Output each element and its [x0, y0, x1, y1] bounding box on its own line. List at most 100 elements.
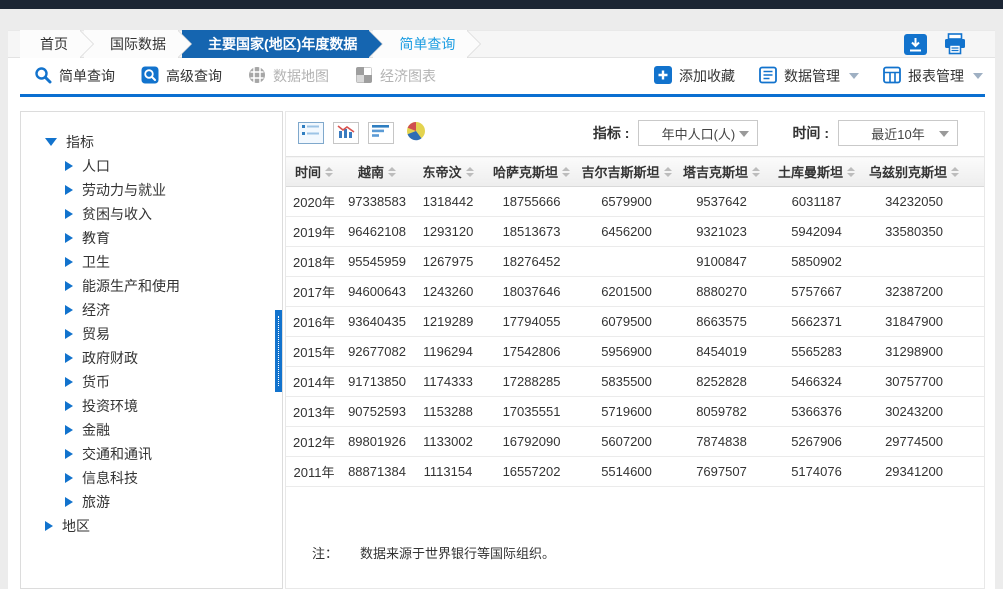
table-cell: 31298900 [864, 337, 964, 367]
expand-icon [45, 521, 53, 531]
table-cell: 5174076 [769, 457, 864, 487]
table-row: 2015年92677082119629417542806595690084540… [286, 337, 984, 367]
table-cell: 94600643 [342, 277, 412, 307]
table-cell: 32387200 [864, 277, 964, 307]
breadcrumb-home[interactable]: 首页 [20, 30, 80, 58]
column-header[interactable]: 乌兹别克斯坦 [864, 157, 964, 187]
column-header[interactable]: 时间 [286, 157, 342, 187]
table-view-button[interactable] [298, 122, 324, 144]
sidebar-item-7[interactable]: 贸易 [65, 322, 282, 346]
sidebar-item-11[interactable]: 金融 [65, 418, 282, 442]
sidebar-item-3[interactable]: 教育 [65, 226, 282, 250]
sidebar-scrollbar-thumb[interactable] [275, 310, 282, 392]
report-manage-menu[interactable]: 报表管理 [883, 66, 983, 87]
print-icon[interactable] [943, 33, 967, 55]
sidebar-item-14[interactable]: 旅游 [65, 490, 282, 514]
breadcrumb-simple-query[interactable]: 简单查询 [373, 30, 467, 58]
expand-icon [65, 257, 73, 267]
table-row: 2013年90752593115328817035551571960080597… [286, 397, 984, 427]
table-cell: 8059782 [674, 397, 769, 427]
sort-icon[interactable] [752, 167, 760, 177]
breadcrumb-international-data[interactable]: 国际数据 [84, 30, 178, 58]
combo-chart-view-button[interactable] [333, 122, 359, 144]
sidebar-children: 人口劳动力与就业贫困与收入教育卫生能源生产和使用经济贸易政府财政货币投资环境金融… [65, 154, 282, 514]
table-cell: 1113154 [412, 457, 484, 487]
economic-chart-button: 经济图表 [355, 66, 436, 87]
table-cell: 2011年 [286, 457, 342, 487]
sort-icon[interactable] [325, 167, 333, 177]
table-cell: 16557202 [484, 457, 579, 487]
indicator-tree: 指标 人口劳动力与就业贫困与收入教育卫生能源生产和使用经济贸易政府财政货币投资环… [21, 112, 282, 538]
time-select[interactable]: 最近10年 [838, 120, 958, 146]
download-icon[interactable] [904, 34, 927, 55]
sidebar-item-0[interactable]: 人口 [65, 154, 282, 178]
column-header[interactable]: 塔吉克斯坦 [674, 157, 769, 187]
simple-query-button[interactable]: 简单查询 [34, 66, 115, 87]
advanced-query-button[interactable]: 高级查询 [141, 66, 222, 87]
expand-icon [65, 425, 73, 435]
toolbar-divider [20, 94, 985, 97]
sidebar-item-4[interactable]: 卫生 [65, 250, 282, 274]
sidebar-root-region[interactable]: 地区 [45, 514, 282, 538]
expand-icon [65, 473, 73, 483]
sidebar-item-8[interactable]: 政府财政 [65, 346, 282, 370]
table-cell: 5942094 [769, 217, 864, 247]
table-cell: 1293120 [412, 217, 484, 247]
sidebar-item-10[interactable]: 投资环境 [65, 394, 282, 418]
table-cell-spacer [964, 307, 984, 337]
column-header[interactable]: 越南 [342, 157, 412, 187]
pie-chart-view-button[interactable] [403, 122, 429, 144]
sort-icon[interactable] [388, 167, 396, 177]
column-header-label: 时间 [295, 162, 321, 181]
sidebar-item-label: 劳动力与就业 [82, 180, 166, 200]
sidebar-item-label: 投资环境 [82, 396, 138, 416]
sidebar-item-12[interactable]: 交通和通讯 [65, 442, 282, 466]
breadcrumb-annual-data-current[interactable]: 主要国家(地区)年度数据 [182, 30, 369, 58]
table-cell: 90752593 [342, 397, 412, 427]
column-header[interactable]: 东帝汶 [412, 157, 484, 187]
sidebar-item-13[interactable]: 信息科技 [65, 466, 282, 490]
sidebar-item-9[interactable]: 货币 [65, 370, 282, 394]
sidebar-root-indicator[interactable]: 指标 [45, 130, 282, 154]
expand-icon [65, 353, 73, 363]
sidebar-item-5[interactable]: 能源生产和使用 [65, 274, 282, 298]
table-cell-spacer [964, 247, 984, 277]
sidebar-item-label: 能源生产和使用 [82, 276, 180, 296]
column-header[interactable]: 土库曼斯坦 [769, 157, 864, 187]
add-favorite-button[interactable]: 添加收藏 [654, 66, 735, 87]
sidebar-item-label: 贫困与收入 [82, 204, 152, 224]
indicator-label: 指标 : [593, 123, 630, 143]
column-header[interactable]: 吉尔吉斯斯坦 [579, 157, 674, 187]
data-manage-menu[interactable]: 数据管理 [759, 66, 859, 87]
table-cell: 18513673 [484, 217, 579, 247]
sidebar-item-2[interactable]: 贫困与收入 [65, 202, 282, 226]
sidebar-item-label: 经济 [82, 300, 110, 320]
table-cell [579, 247, 674, 277]
sort-icon[interactable] [466, 167, 474, 177]
filters: 指标 : 年中人口(人) 时间 : 最近10年 [593, 120, 958, 146]
table-cell: 5757667 [769, 277, 864, 307]
sidebar-item-6[interactable]: 经济 [65, 298, 282, 322]
indicator-select[interactable]: 年中人口(人) [638, 120, 758, 146]
sidebar-item-1[interactable]: 劳动力与就业 [65, 178, 282, 202]
table-cell: 5956900 [579, 337, 674, 367]
table-row: 2016年93640435121928917794055607950086635… [286, 307, 984, 337]
table-cell: 9537642 [674, 187, 769, 217]
sort-icon[interactable] [847, 167, 855, 177]
table-cell: 18755666 [484, 187, 579, 217]
sidebar-item-label: 信息科技 [82, 468, 138, 488]
sidebar-item-label: 人口 [82, 156, 110, 176]
table-cell: 1219289 [412, 307, 484, 337]
expand-icon [65, 329, 73, 339]
sidebar-item-label: 交通和通讯 [82, 444, 152, 464]
sort-icon[interactable] [664, 167, 672, 177]
table-cell: 29774500 [864, 427, 964, 457]
sort-icon[interactable] [562, 167, 570, 177]
bar-chart-view-button[interactable] [368, 122, 394, 144]
column-header[interactable]: 哈萨克斯坦 [484, 157, 579, 187]
page-wrapper: 首页 国际数据 主要国家(地区)年度数据 简单查询 简单查询 高级查询 [8, 30, 995, 589]
table-cell: 30757700 [864, 367, 964, 397]
table-row: 2014年91713850117433317288285583550082528… [286, 367, 984, 397]
footnote-label: 注： [312, 543, 338, 562]
sort-icon[interactable] [951, 167, 959, 177]
